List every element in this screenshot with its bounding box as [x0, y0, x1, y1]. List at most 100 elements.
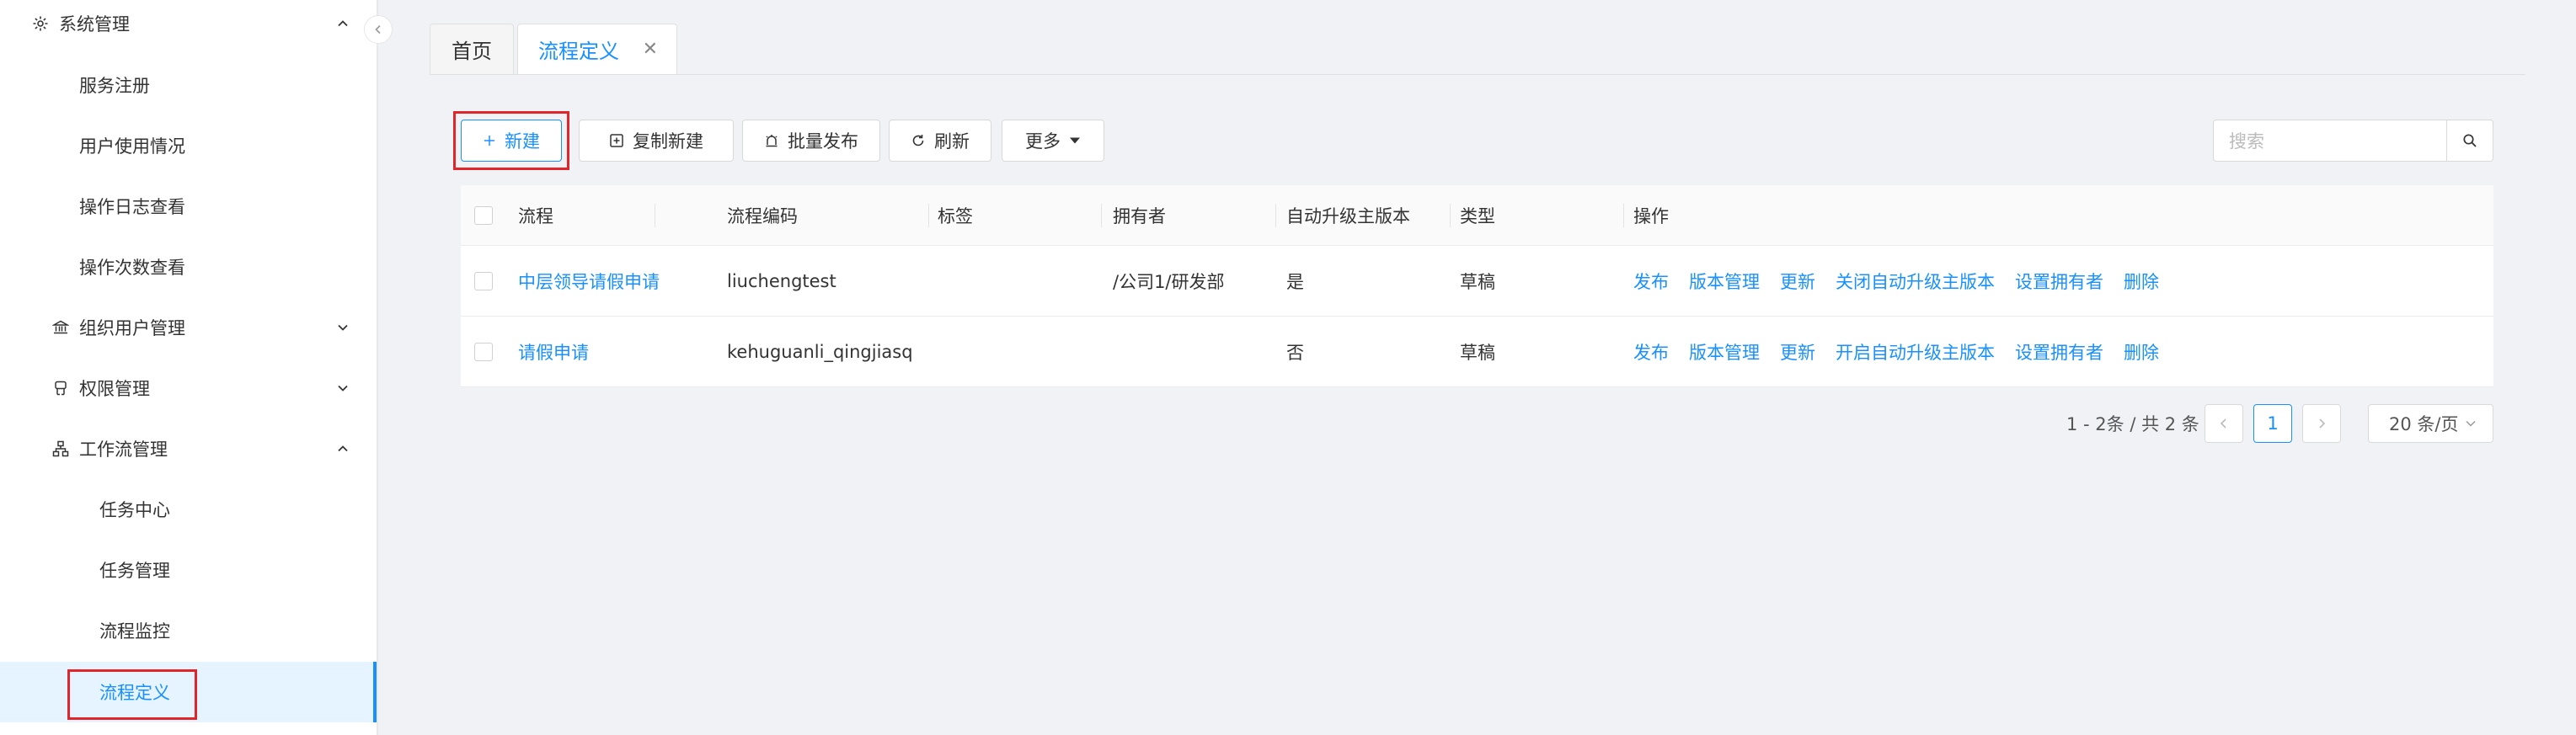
- sidebar-item-operation-log[interactable]: 操作日志查看: [0, 176, 377, 237]
- column-divider: [928, 204, 929, 227]
- column-header-process: 流程: [518, 205, 553, 226]
- workflow-icon: [51, 439, 71, 459]
- tab-process-definition[interactable]: 流程定义 ✕: [517, 24, 677, 74]
- alarm-lamp-icon: [766, 135, 778, 147]
- process-auto-upgrade: 是: [1286, 271, 1304, 292]
- page-size-select[interactable]: 20 条/页: [2368, 404, 2493, 443]
- gear-icon: [30, 13, 51, 34]
- page-number-button[interactable]: 1: [2253, 404, 2292, 443]
- sidebar-item-process-monitor[interactable]: 流程监控: [0, 600, 377, 661]
- search-icon: [2463, 134, 2477, 147]
- chevron-left-icon: [2220, 418, 2226, 429]
- version-management-link[interactable]: 版本管理: [1689, 339, 1760, 365]
- sidebar-item-permission-management[interactable]: 权限管理: [0, 358, 377, 418]
- update-link[interactable]: 更新: [1780, 339, 1815, 365]
- prev-page-button[interactable]: [2205, 404, 2243, 443]
- select-all-checkbox[interactable]: [474, 205, 493, 225]
- sidebar-item-label: 服务注册: [79, 76, 150, 96]
- sidebar-item-label: 系统管理: [59, 14, 130, 35]
- chevron-down-icon: [2466, 420, 2477, 427]
- process-owner: /公司1/研发部: [1113, 271, 1225, 292]
- sidebar-item-label: 操作日志查看: [79, 197, 185, 217]
- sidebar-item-process-definition[interactable]: 流程定义: [0, 662, 377, 722]
- close-icon[interactable]: ✕: [643, 39, 658, 60]
- refresh-icon: [912, 135, 924, 146]
- tab-bar: 首页 流程定义 ✕: [430, 24, 2525, 75]
- sidebar-item-user-usage[interactable]: 用户使用情况: [0, 115, 377, 176]
- process-auto-upgrade: 否: [1286, 342, 1304, 363]
- sidebar-item-label: 任务管理: [99, 561, 170, 581]
- toggle-auto-upgrade-link[interactable]: 关闭自动升级主版本: [1836, 269, 1995, 294]
- new-button[interactable]: 新建: [461, 120, 562, 162]
- row-checkbox[interactable]: [474, 271, 493, 290]
- column-header-auto-upgrade: 自动升级主版本: [1286, 205, 1410, 226]
- column-header-tag: 标签: [938, 205, 973, 226]
- chevron-down-icon: [334, 318, 352, 337]
- row-actions: 发布 版本管理 更新 开启自动升级主版本 设置拥有者 删除: [1633, 317, 2159, 386]
- sidebar-item-label: 任务中心: [99, 500, 170, 520]
- search-input[interactable]: 搜索: [2213, 120, 2447, 162]
- next-page-button[interactable]: [2302, 404, 2341, 443]
- sidebar-item-operation-count[interactable]: 操作次数查看: [0, 237, 377, 297]
- row-checkbox[interactable]: [474, 342, 493, 361]
- search-button[interactable]: [2446, 120, 2493, 162]
- process-code: liuchengtest: [727, 270, 836, 291]
- page-size-label: 20 条/页: [2389, 414, 2459, 434]
- sidebar-item-label: 流程定义: [99, 683, 170, 703]
- sidebar-item-label: 流程监控: [99, 621, 170, 642]
- chevron-up-icon: [334, 439, 352, 458]
- copy-new-button[interactable]: 复制新建: [579, 120, 734, 162]
- publish-link[interactable]: 发布: [1633, 269, 1669, 294]
- sidebar: 系统管理 服务注册 用户使用情况 操作日志查看 操作次数查看 组织用户管理 权限…: [0, 0, 378, 735]
- content-card: 新建 复制新建 批量发布 刷新 更多 搜索 流程 流程编码 标签 拥有者 自动升…: [451, 91, 2493, 461]
- table-header: 流程 流程编码 标签 拥有者 自动升级主版本 类型 操作: [461, 185, 2493, 246]
- toggle-auto-upgrade-link[interactable]: 开启自动升级主版本: [1836, 339, 1995, 365]
- set-owner-link[interactable]: 设置拥有者: [2015, 339, 2103, 365]
- delete-link[interactable]: 删除: [2124, 269, 2159, 294]
- table-row: 请假申请 kehuguanli_qingjiasq 否 草稿 发布 版本管理 更…: [461, 317, 2493, 387]
- copy-new-button-label: 复制新建: [633, 131, 703, 152]
- chevron-left-icon: [375, 24, 381, 35]
- delete-link[interactable]: 删除: [2124, 339, 2159, 365]
- tab-home[interactable]: 首页: [430, 24, 514, 74]
- column-divider: [1450, 204, 1451, 227]
- process-code: kehuguanli_qingjiasq: [727, 341, 913, 362]
- update-link[interactable]: 更新: [1780, 269, 1815, 294]
- column-header-type: 类型: [1460, 205, 1495, 226]
- process-type: 草稿: [1460, 271, 1495, 292]
- sidebar-item-task-center[interactable]: 任务中心: [0, 479, 377, 540]
- sidebar-item-label: 组织用户管理: [79, 318, 185, 338]
- chevron-right-icon: [2319, 418, 2326, 429]
- tab-label: 首页: [452, 40, 492, 63]
- column-divider: [1623, 204, 1624, 227]
- sidebar-item-org-user-management[interactable]: 组织用户管理: [0, 297, 377, 358]
- sidebar-item-label: 权限管理: [79, 379, 150, 399]
- process-type: 草稿: [1460, 342, 1495, 363]
- process-name-link[interactable]: 请假申请: [518, 317, 589, 386]
- refresh-button-label: 刷新: [934, 131, 970, 152]
- column-divider: [1101, 204, 1102, 227]
- batch-publish-button-label: 批量发布: [788, 131, 858, 152]
- process-name-link[interactable]: 中层领导请假申请: [518, 246, 660, 316]
- sidebar-item-workflow-management[interactable]: 工作流管理: [0, 418, 377, 479]
- column-header-owner: 拥有者: [1113, 205, 1166, 226]
- sidebar-item-label: 操作次数查看: [79, 258, 185, 278]
- refresh-button[interactable]: 刷新: [889, 120, 991, 162]
- sidebar-item-label: 用户使用情况: [79, 136, 185, 157]
- table-row: 中层领导请假申请 liuchengtest /公司1/研发部 是 草稿 发布 版…: [461, 246, 2493, 317]
- plus-icon: [484, 136, 494, 146]
- more-dropdown[interactable]: 更多: [1002, 120, 1104, 162]
- sidebar-item-service-registration[interactable]: 服务注册: [0, 55, 377, 115]
- copy-plus-icon: [610, 134, 623, 147]
- publish-link[interactable]: 发布: [1633, 339, 1669, 365]
- set-owner-link[interactable]: 设置拥有者: [2015, 269, 2103, 294]
- sidebar-item-system-management[interactable]: 系统管理: [0, 0, 377, 54]
- batch-publish-button[interactable]: 批量发布: [742, 120, 880, 162]
- caret-down-icon: [1070, 137, 1080, 144]
- column-header-code: 流程编码: [727, 205, 798, 226]
- sidebar-item-task-management[interactable]: 任务管理: [0, 540, 377, 600]
- user-key-icon: [51, 378, 71, 398]
- column-header-actions: 操作: [1633, 205, 1669, 226]
- version-management-link[interactable]: 版本管理: [1689, 269, 1760, 294]
- collapse-sidebar-button[interactable]: [364, 15, 393, 44]
